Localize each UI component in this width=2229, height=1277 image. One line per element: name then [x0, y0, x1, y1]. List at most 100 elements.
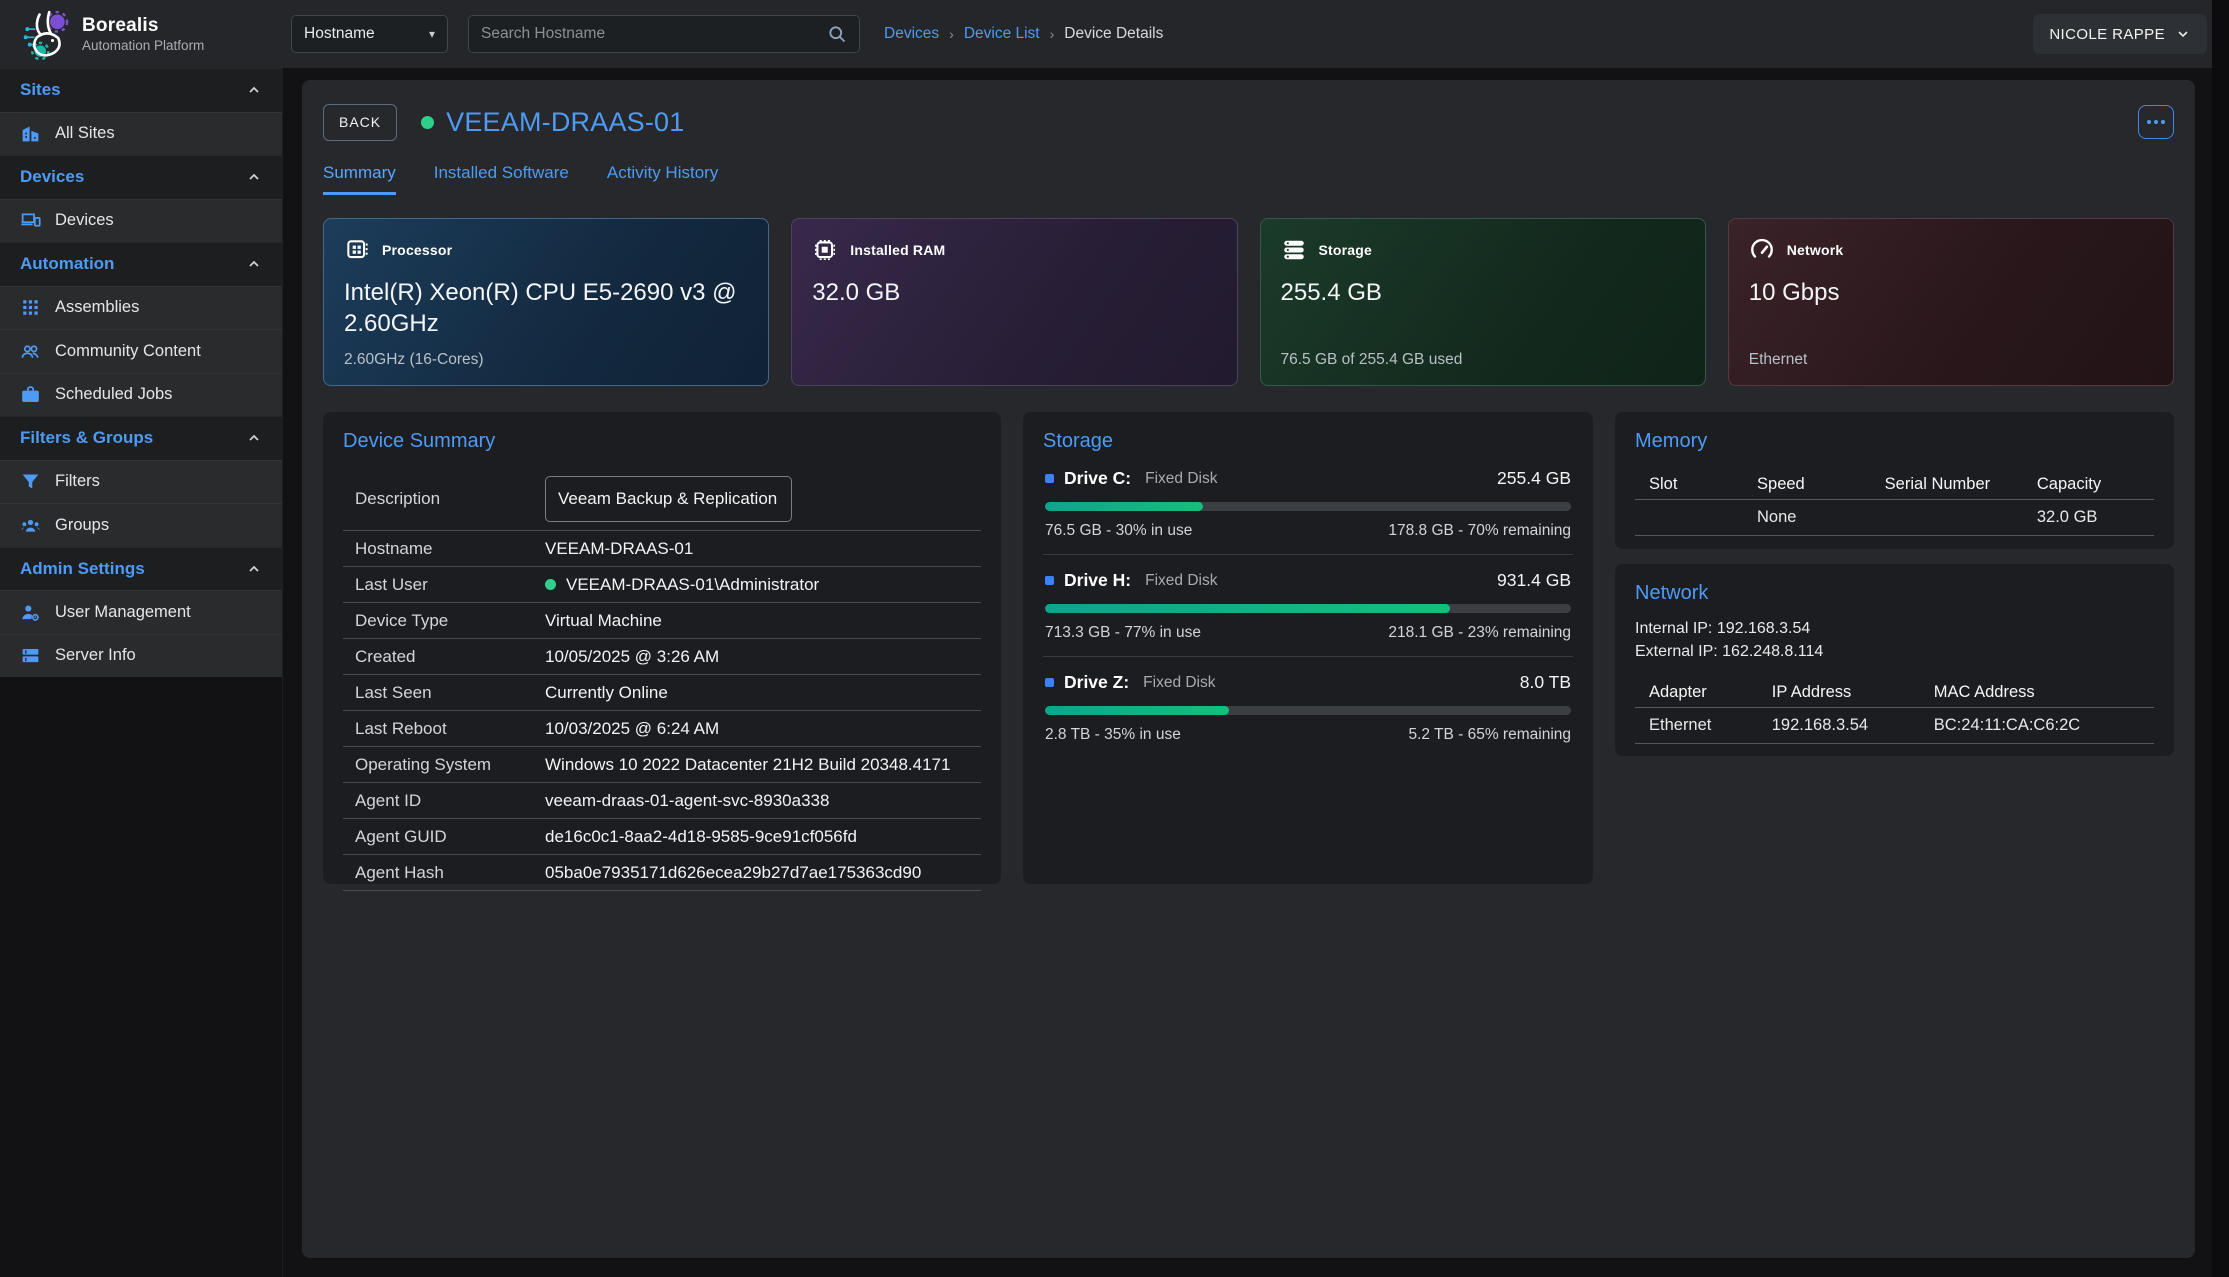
scrollbar-track[interactable]	[2212, 0, 2229, 1277]
back-button[interactable]: BACK	[323, 104, 397, 141]
drive-h-row: Drive H: Fixed Disk 931.4 GB 713.3 GB - …	[1043, 555, 1573, 657]
drive-z-used: 2.8 TB - 35% in use	[1045, 726, 1181, 744]
breadcrumb-device-list[interactable]: Device List	[964, 25, 1040, 43]
device-details-card: BACK VEEAM-DRAAS-01 Summary Installed So…	[302, 80, 2195, 1258]
drive-c-row: Drive C: Fixed Disk 255.4 GB 76.5 GB - 3…	[1043, 453, 1573, 555]
description-input[interactable]	[545, 476, 792, 522]
summary-row-last-seen: Last Seen Currently Online	[343, 675, 981, 711]
drive-c-remaining: 178.8 GB - 70% remaining	[1388, 522, 1571, 540]
hostname-filter-value: Hostname	[304, 25, 375, 43]
sidebar-item-all-sites[interactable]: All Sites	[0, 112, 282, 156]
sidebar-item-server-info[interactable]: Server Info	[0, 634, 282, 678]
sidebar-item-community-content[interactable]: Community Content	[0, 329, 282, 373]
hostname-filter-dropdown[interactable]: Hostname ▾	[291, 15, 448, 53]
briefcase-icon	[20, 384, 41, 405]
drive-z-remaining: 5.2 TB - 65% remaining	[1408, 726, 1571, 744]
storage-panel: Storage Drive C: Fixed Disk 255.4 GB 76.…	[1023, 412, 1593, 884]
network-value: 10 Gbps	[1749, 277, 2153, 308]
drive-c-used: 76.5 GB - 30% in use	[1045, 522, 1192, 540]
processor-value: Intel(R) Xeon(R) CPU E5-2690 v3 @ 2.60GH…	[344, 277, 748, 339]
storage-sub: 76.5 GB of 255.4 GB used	[1281, 351, 1463, 369]
stat-card-storage: Storage 255.4 GB 76.5 GB of 255.4 GB use…	[1260, 218, 1706, 386]
summary-row-last-user: Last User VEEAM-DRAAS-01\Administrator	[343, 567, 981, 603]
sidebar-section-admin-settings[interactable]: Admin Settings	[0, 547, 282, 591]
brand-tagline: Automation Platform	[82, 38, 204, 53]
summary-row-os: Operating System Windows 10 2022 Datacen…	[343, 747, 981, 783]
disks-icon	[1281, 237, 1307, 263]
caret-down-icon: ▾	[429, 27, 435, 41]
breadcrumb-separator: ›	[949, 26, 954, 42]
storage-value: 255.4 GB	[1281, 277, 1685, 308]
summary-row-hostname: Hostname VEEAM-DRAAS-01	[343, 531, 981, 567]
search-input[interactable]	[481, 25, 827, 43]
sidebar-item-assemblies[interactable]: Assemblies	[0, 286, 282, 330]
brand-logo: Borealis Automation Platform	[0, 8, 283, 60]
network-table-header: Adapter IP Address MAC Address	[1635, 677, 2154, 707]
breadcrumb-separator: ›	[1050, 26, 1055, 42]
more-actions-button[interactable]	[2138, 105, 2174, 139]
chevron-up-icon	[246, 82, 262, 98]
top-bar: Borealis Automation Platform Hostname ▾ …	[0, 0, 2229, 68]
sidebar-section-filters-groups[interactable]: Filters & Groups	[0, 416, 282, 460]
sidebar-item-filters[interactable]: Filters	[0, 460, 282, 504]
stat-cards-row: Processor Intel(R) Xeon(R) CPU E5-2690 v…	[323, 218, 2174, 386]
network-sub: Ethernet	[1749, 351, 1808, 369]
device-name-title: VEEAM-DRAAS-01	[446, 107, 684, 138]
drive-bullet-icon	[1045, 576, 1054, 585]
cpu-icon	[344, 237, 370, 263]
funnel-icon	[20, 471, 41, 492]
drive-h-progressbar	[1045, 604, 1571, 613]
drive-bullet-icon	[1045, 474, 1054, 483]
breadcrumb-current: Device Details	[1064, 25, 1163, 43]
sidebar: Sites All Sites Devices Devices Automati…	[0, 68, 283, 1277]
sidebar-item-scheduled-jobs[interactable]: Scheduled Jobs	[0, 373, 282, 417]
chevron-up-icon	[246, 430, 262, 446]
sidebar-section-automation[interactable]: Automation	[0, 242, 282, 286]
device-summary-panel: Device Summary Description Hostname VEEA…	[323, 412, 1001, 884]
device-header: BACK VEEAM-DRAAS-01	[323, 103, 2174, 141]
hostname-search	[468, 15, 860, 53]
brand-name: Borealis	[82, 15, 204, 37]
stat-card-processor: Processor Intel(R) Xeon(R) CPU E5-2690 v…	[323, 218, 769, 386]
drive-z-row: Drive Z: Fixed Disk 8.0 TB 2.8 TB - 35% …	[1043, 657, 1573, 758]
breadcrumb-devices[interactable]: Devices	[884, 25, 939, 43]
user-menu-button[interactable]: NICOLE RAPPE	[2033, 14, 2207, 54]
tab-installed-software[interactable]: Installed Software	[434, 163, 569, 195]
memory-panel: Memory Slot Speed Serial Number Capacity…	[1615, 412, 2174, 549]
device-summary-title: Device Summary	[343, 430, 981, 453]
memory-table-header: Slot Speed Serial Number Capacity	[1635, 469, 2154, 499]
network-panel-title: Network	[1635, 582, 2154, 605]
sidebar-item-groups[interactable]: Groups	[0, 503, 282, 547]
breadcrumb: Devices › Device List › Device Details	[884, 25, 1163, 43]
summary-row-description: Description	[343, 467, 981, 531]
internal-ip: Internal IP: 192.168.3.54	[1635, 617, 2154, 640]
sidebar-section-devices[interactable]: Devices	[0, 155, 282, 199]
online-status-dot	[545, 579, 556, 590]
building-icon	[20, 123, 41, 144]
search-icon[interactable]	[827, 24, 847, 44]
stat-card-ram: Installed RAM 32.0 GB	[791, 218, 1237, 386]
summary-row-agent-id: Agent ID veeam-draas-01-agent-svc-8930a3…	[343, 783, 981, 819]
tab-activity-history[interactable]: Activity History	[607, 163, 718, 195]
external-ip: External IP: 162.248.8.114	[1635, 640, 2154, 663]
sidebar-item-devices[interactable]: Devices	[0, 199, 282, 243]
processor-sub: 2.60GHz (16-Cores)	[344, 351, 484, 369]
rabbit-logo-icon	[20, 8, 72, 60]
gauge-icon	[1749, 237, 1775, 263]
tab-summary[interactable]: Summary	[323, 163, 396, 195]
chevron-up-icon	[246, 561, 262, 577]
memory-panel-title: Memory	[1635, 430, 2154, 453]
device-tabs: Summary Installed Software Activity Hist…	[323, 163, 2174, 195]
panels-row: Device Summary Description Hostname VEEA…	[323, 412, 2174, 884]
people-icon	[20, 341, 41, 362]
server-icon	[20, 645, 41, 666]
sidebar-item-user-management[interactable]: User Management	[0, 590, 282, 634]
drive-h-remaining: 218.1 GB - 23% remaining	[1388, 624, 1571, 642]
summary-row-agent-hash: Agent Hash 05ba0e7935171d626ecea29b27d7a…	[343, 855, 981, 891]
sidebar-section-sites[interactable]: Sites	[0, 68, 282, 112]
summary-row-last-reboot: Last Reboot 10/03/2025 @ 6:24 AM	[343, 711, 981, 747]
online-status-dot	[421, 116, 434, 129]
user-name: NICOLE RAPPE	[2049, 26, 2165, 43]
user-gear-icon	[20, 602, 41, 623]
stat-card-network: Network 10 Gbps Ethernet	[1728, 218, 2174, 386]
